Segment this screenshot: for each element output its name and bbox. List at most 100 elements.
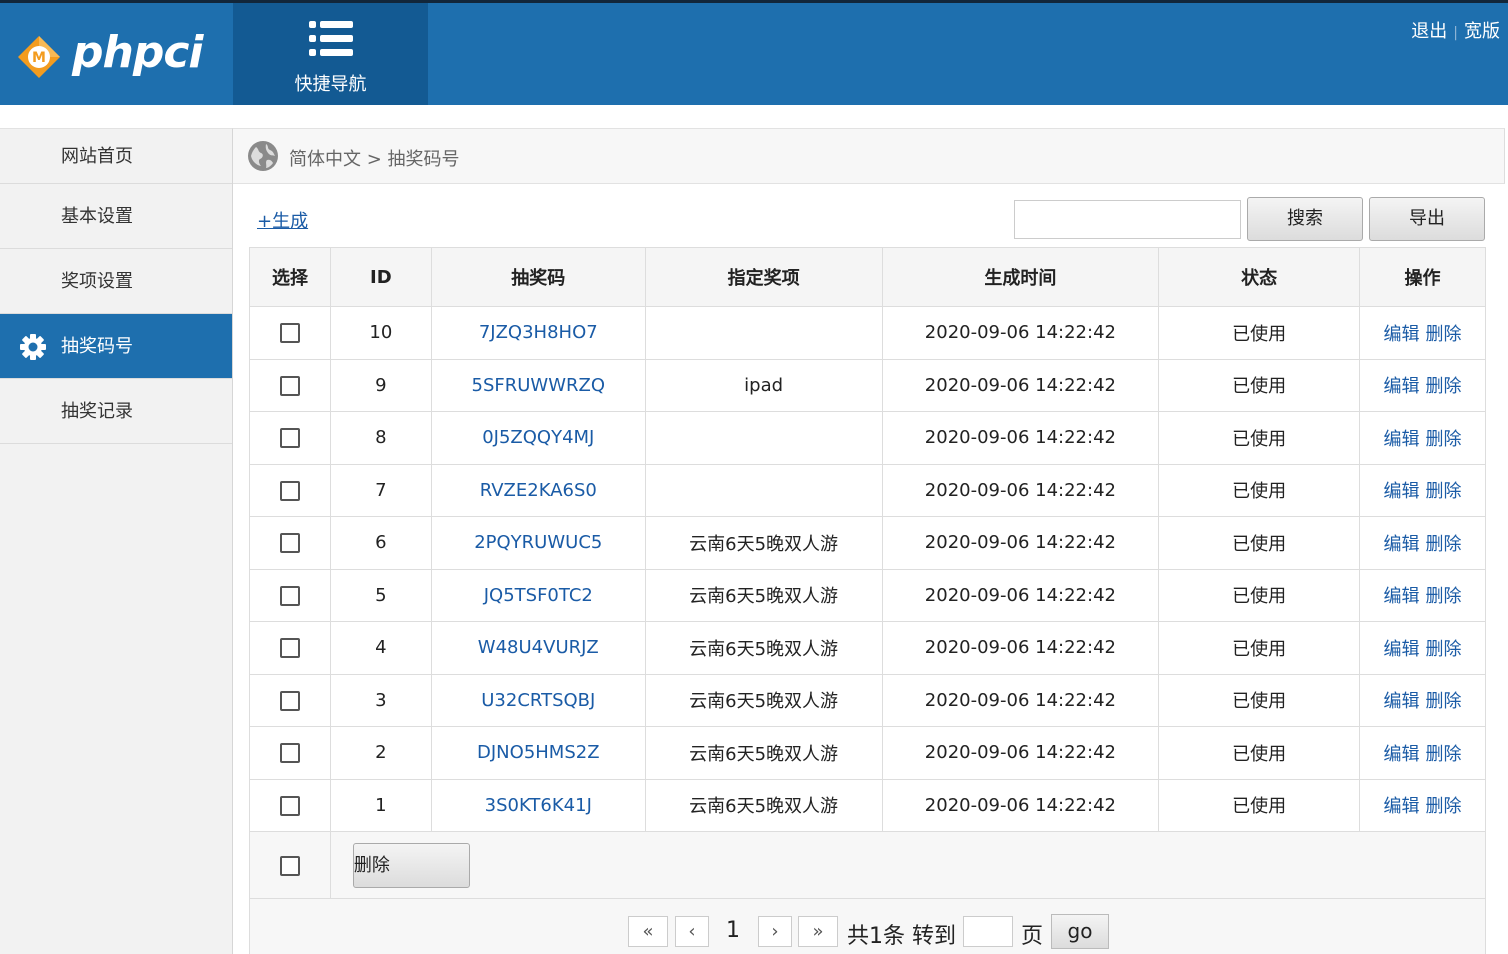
table-row: 1 3S0KT6K41J 云南6天5晚双人游 2020-09-06 14:22:… [249, 778, 1486, 832]
code-link[interactable]: 2PQYRUWUC5 [474, 532, 602, 553]
table-row: 2 DJNO5HMS2Z 云南6天5晚双人游 2020-09-06 14:22:… [249, 726, 1486, 780]
sidebar-item-basic-settings[interactable]: 基本设置 [0, 184, 232, 249]
id-cell: 5 [329, 568, 432, 622]
code-cell: U32CRTSQBJ [430, 673, 646, 727]
code-link[interactable]: 3S0KT6K41J [485, 795, 592, 816]
go-button[interactable]: go [1051, 914, 1109, 949]
edit-link[interactable]: 编辑 [1384, 796, 1420, 817]
actions-cell: 编辑 删除 [1359, 726, 1486, 780]
generate-link[interactable]: +生成 [257, 207, 308, 233]
delete-link[interactable]: 删除 [1426, 639, 1462, 660]
code-link[interactable]: 0J5ZQQY4MJ [482, 427, 594, 448]
page-unit-label: 页 [1021, 924, 1044, 949]
first-page-button[interactable]: « [628, 916, 668, 947]
id-cell: 2 [329, 726, 432, 780]
sidebar: 网站首页 基本设置 奖项设置 抽奖码号 抽奖记录 [0, 128, 233, 954]
status-cell: 已使用 [1158, 778, 1361, 832]
row-checkbox[interactable] [279, 533, 300, 554]
code-cell: 2PQYRUWUC5 [430, 516, 646, 570]
prize-cell: 云南6天5晚双人游 [644, 568, 883, 622]
code-link[interactable]: 5SFRUWWRZQ [472, 375, 606, 396]
sidebar-item-home[interactable]: 网站首页 [0, 129, 232, 184]
prize-cell: 云南6天5晚双人游 [644, 778, 883, 832]
quick-nav-button[interactable]: 快捷导航 [233, 3, 428, 105]
delete-link[interactable]: 删除 [1426, 481, 1462, 502]
logo[interactable]: M phpci [0, 3, 233, 105]
delete-link[interactable]: 删除 [1426, 691, 1462, 712]
edit-link[interactable]: 编辑 [1384, 639, 1420, 660]
prize-cell [644, 463, 883, 517]
edit-link[interactable]: 编辑 [1384, 429, 1420, 450]
col-header-code: 抽奖码 [430, 247, 646, 307]
delete-link[interactable]: 删除 [1426, 324, 1462, 345]
time-cell: 2020-09-06 14:22:42 [881, 516, 1160, 570]
prev-page-button[interactable]: ‹ [675, 916, 709, 947]
id-cell: 3 [329, 673, 432, 727]
search-input[interactable] [1014, 200, 1241, 239]
delete-link[interactable]: 删除 [1426, 534, 1462, 555]
id-cell: 8 [329, 411, 432, 465]
edit-link[interactable]: 编辑 [1384, 324, 1420, 345]
select-cell [249, 568, 331, 622]
code-link[interactable]: 7JZQ3H8HO7 [479, 322, 598, 343]
delete-link[interactable]: 删除 [1426, 586, 1462, 607]
sidebar-item-label: 奖项设置 [61, 271, 133, 292]
gear-icon [20, 334, 46, 360]
search-button[interactable]: 搜索 [1247, 197, 1363, 241]
bulk-delete-button[interactable]: 删除 [352, 842, 470, 888]
code-link[interactable]: JQ5TSF0TC2 [484, 585, 593, 606]
row-checkbox[interactable] [279, 375, 300, 396]
actions-cell: 编辑 删除 [1359, 516, 1486, 570]
select-cell [249, 463, 331, 517]
status-cell: 已使用 [1158, 516, 1361, 570]
row-checkbox[interactable] [279, 795, 300, 816]
delete-link[interactable]: 删除 [1426, 744, 1462, 765]
actions-cell: 编辑 删除 [1359, 778, 1486, 832]
pagination: « ‹ 1 › » 共1条 转到 页 go [249, 899, 1486, 954]
id-cell: 6 [329, 516, 432, 570]
logo-badge: M [32, 50, 46, 66]
row-checkbox[interactable] [279, 323, 300, 344]
wide-layout-link[interactable]: 宽版 [1464, 21, 1500, 42]
row-checkbox[interactable] [279, 480, 300, 501]
last-page-button[interactable]: » [798, 916, 838, 947]
sidebar-item-lottery-records[interactable]: 抽奖记录 [0, 379, 232, 444]
delete-link[interactable]: 删除 [1426, 796, 1462, 817]
code-link[interactable]: RVZE2KA6S0 [480, 480, 597, 501]
divider: | [1453, 25, 1458, 41]
row-checkbox[interactable] [279, 428, 300, 449]
edit-link[interactable]: 编辑 [1384, 481, 1420, 502]
prize-cell [644, 306, 883, 360]
edit-link[interactable]: 编辑 [1384, 744, 1420, 765]
logo-text: phpci [72, 27, 203, 78]
edit-link[interactable]: 编辑 [1384, 691, 1420, 712]
row-checkbox[interactable] [279, 638, 300, 659]
select-all-checkbox[interactable] [279, 855, 300, 876]
sidebar-item-label: 网站首页 [61, 146, 133, 167]
edit-link[interactable]: 编辑 [1384, 586, 1420, 607]
time-cell: 2020-09-06 14:22:42 [881, 621, 1160, 675]
code-link[interactable]: U32CRTSQBJ [481, 690, 595, 711]
sidebar-item-prize-settings[interactable]: 奖项设置 [0, 249, 232, 314]
code-cell: 7JZQ3H8HO7 [430, 306, 646, 360]
code-link[interactable]: W48U4VURJZ [478, 637, 599, 658]
prize-cell: 云南6天5晚双人游 [644, 516, 883, 570]
col-header-actions: 操作 [1359, 247, 1486, 307]
goto-page-input[interactable] [963, 916, 1013, 947]
logout-link[interactable]: 退出 [1411, 21, 1447, 42]
code-link[interactable]: DJNO5HMS2Z [477, 742, 600, 763]
next-page-button[interactable]: › [758, 916, 792, 947]
export-button[interactable]: 导出 [1369, 197, 1485, 241]
sidebar-item-lottery-codes[interactable]: 抽奖码号 [0, 314, 232, 379]
row-checkbox[interactable] [279, 585, 300, 606]
row-checkbox[interactable] [279, 743, 300, 764]
edit-link[interactable]: 编辑 [1384, 376, 1420, 397]
row-checkbox[interactable] [279, 690, 300, 711]
time-cell: 2020-09-06 14:22:42 [881, 463, 1160, 517]
edit-link[interactable]: 编辑 [1384, 534, 1420, 555]
delete-link[interactable]: 删除 [1426, 376, 1462, 397]
select-cell [249, 306, 331, 360]
delete-link[interactable]: 删除 [1426, 429, 1462, 450]
actions-cell: 编辑 删除 [1359, 568, 1486, 622]
time-cell: 2020-09-06 14:22:42 [881, 306, 1160, 360]
